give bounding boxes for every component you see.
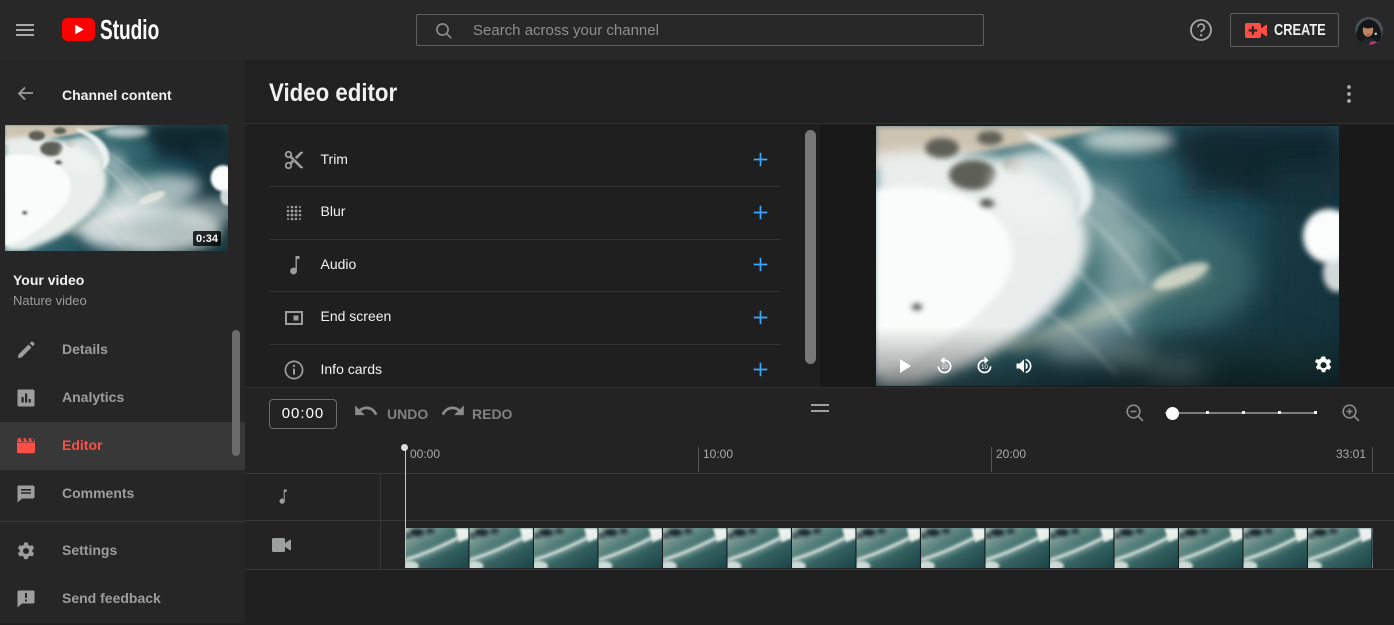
svg-text:10: 10 [941,364,948,371]
svg-text:10: 10 [981,364,988,371]
